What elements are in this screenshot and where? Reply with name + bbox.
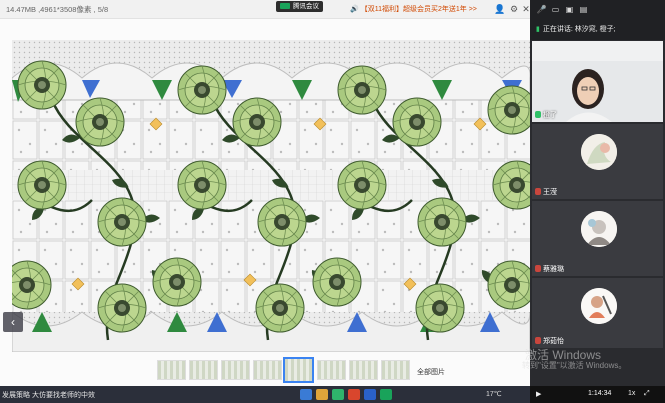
avatar bbox=[581, 134, 617, 170]
thumbnail-8[interactable] bbox=[381, 360, 410, 380]
wechat-icon[interactable] bbox=[332, 389, 344, 400]
participant-tile[interactable]: 王滢 bbox=[532, 124, 663, 199]
play-icon[interactable]: ▶ bbox=[536, 390, 541, 398]
speaker-icon: 🔊 bbox=[350, 6, 359, 13]
thumbnail-2[interactable] bbox=[189, 360, 218, 380]
layout-icon[interactable]: ▤ bbox=[578, 4, 589, 15]
speaking-indicator: ▮ 正在讲话: 林汐窕, 橙子; bbox=[536, 24, 616, 34]
taskbar: 发展策略 大仿要找老师的中效 17℃ bbox=[0, 386, 530, 403]
participant-tile[interactable]: 蔡雅璐 bbox=[532, 201, 663, 276]
avatar bbox=[581, 288, 617, 324]
viewer-toolbar: 14.47MB ,4961*3508像素 , 5/8 腾讯会议 🔊 【双11福利】… bbox=[0, 0, 530, 19]
app-icon[interactable] bbox=[348, 389, 360, 400]
all-images-link[interactable]: 全部图片 bbox=[417, 367, 445, 377]
speaking-mic-icon: ▮ bbox=[536, 26, 540, 33]
participant-name: 王滢 bbox=[535, 187, 557, 197]
word-icon[interactable] bbox=[364, 389, 376, 400]
image-viewer: 14.47MB ,4961*3508像素 , 5/8 腾讯会议 🔊 【双11福利】… bbox=[0, 0, 530, 392]
folder-icon[interactable] bbox=[316, 389, 328, 400]
mic-on-icon bbox=[535, 111, 541, 118]
participant-panel: 🎤 ▭ ▣ ▤ ▮ 正在讲话: 林汐窕, 橙子; 橙了 王滢 蔡雅璐 郑茹怡 bbox=[530, 0, 665, 403]
mic-off-icon bbox=[535, 265, 541, 272]
playback-controls: ▶ 1:14:34 1x ⤢ bbox=[530, 386, 665, 403]
participant-name: 蔡雅璐 bbox=[535, 264, 564, 274]
panel-header: 🎤 ▭ ▣ ▤ ▮ 正在讲话: 林汐窕, 橙子; bbox=[530, 0, 665, 40]
participant-video-tile[interactable]: 橙了 bbox=[532, 41, 663, 122]
promo-notice[interactable]: 🔊 【双11福利】超级会员买2年送1年 >> bbox=[350, 4, 477, 14]
meeting-label: 腾讯会议 bbox=[293, 3, 319, 10]
activation-watermark-hint: 转到"设置"以激活 Windows。 bbox=[522, 361, 627, 370]
playback-time: 1:14:34 bbox=[588, 390, 612, 397]
meeting-badge[interactable]: 腾讯会议 bbox=[276, 1, 323, 12]
speaking-prefix: 正在讲话: bbox=[542, 26, 573, 33]
file-info: 14.47MB ,4961*3508像素 , 5/8 bbox=[6, 5, 109, 14]
browser-icon[interactable] bbox=[300, 389, 312, 400]
ticker-text: 发展策略 大仿要找老师的中效 bbox=[2, 392, 95, 399]
mic-off-icon bbox=[535, 337, 541, 344]
avatar bbox=[581, 211, 617, 247]
participant-name: 橙了 bbox=[535, 110, 557, 120]
participant-name: 郑茹怡 bbox=[535, 336, 564, 346]
previous-image-button[interactable]: ‹ bbox=[3, 312, 23, 332]
promo-text: 【双11福利】超级会员买2年送1年 >> bbox=[360, 6, 477, 13]
thumbnail-strip: 全部图片 bbox=[0, 352, 530, 386]
textile-pattern-image bbox=[12, 40, 530, 352]
tray-temperature: 17℃ bbox=[486, 391, 502, 398]
thumbnail-6[interactable] bbox=[317, 360, 346, 380]
speaking-names: 林汐窕, 橙子; bbox=[574, 26, 616, 33]
participant-tile[interactable]: 郑茹怡 bbox=[532, 278, 663, 348]
close-icon[interactable]: ✕ bbox=[520, 3, 530, 15]
share-icon[interactable]: ▣ bbox=[564, 4, 575, 15]
meeting-taskbar-icon[interactable] bbox=[380, 389, 392, 400]
thumbnail-1[interactable] bbox=[157, 360, 186, 380]
fullscreen-icon[interactable]: ⤢ bbox=[644, 390, 650, 398]
settings-icon[interactable]: ⚙ bbox=[508, 3, 520, 15]
thumbnail-5-active[interactable] bbox=[283, 357, 314, 383]
thumbnail-3[interactable] bbox=[221, 360, 250, 380]
thumbnail-7[interactable] bbox=[349, 360, 378, 380]
playback-speed[interactable]: 1x bbox=[628, 390, 635, 397]
video-icon[interactable]: ▭ bbox=[550, 4, 561, 15]
thumbnail-4[interactable] bbox=[253, 360, 282, 380]
meeting-icon bbox=[280, 3, 290, 10]
user-icon[interactable]: 👤 bbox=[494, 3, 506, 15]
mic-off-icon bbox=[535, 188, 541, 195]
mic-icon[interactable]: 🎤 bbox=[536, 4, 547, 15]
